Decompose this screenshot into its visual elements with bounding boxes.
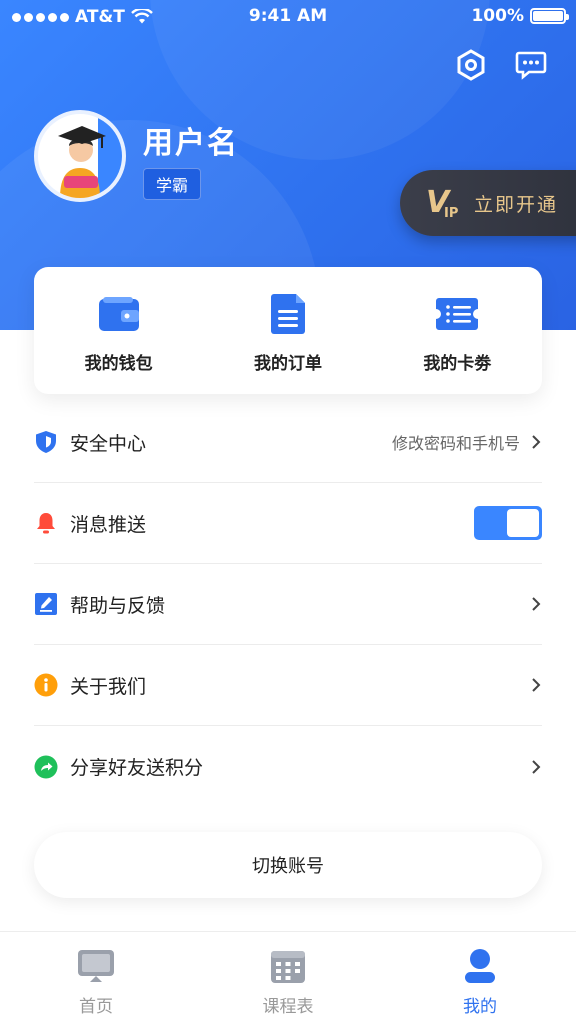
quick-action-wallet[interactable]: 我的钱包 <box>34 267 203 394</box>
order-document-icon <box>266 293 310 335</box>
switch-account-button[interactable]: 切换账号 <box>34 832 542 898</box>
share-arrow-icon <box>34 755 58 779</box>
menu-item-about[interactable]: 关于我们 <box>34 645 542 726</box>
info-icon <box>34 673 58 697</box>
tab-label: 首页 <box>79 997 113 1017</box>
tab-home[interactable]: 首页 <box>0 932 192 1024</box>
wallet-icon <box>97 293 141 335</box>
menu-item-help[interactable]: 帮助与反馈 <box>34 564 542 645</box>
settings-menu: 安全中心 修改密码和手机号 消息推送 帮助与反馈 关于我们 分享好友送积分 <box>34 402 542 807</box>
tab-label: 我的 <box>463 997 497 1017</box>
quick-actions-card: 我的钱包 我的订单 我的卡劵 <box>34 267 542 394</box>
quick-action-label: 我的卡劵 <box>423 354 492 374</box>
battery-status: 100% <box>471 6 569 26</box>
bell-icon <box>34 511 58 535</box>
chevron-right-icon <box>532 435 541 449</box>
quick-action-label: 我的钱包 <box>84 354 153 374</box>
tab-schedule[interactable]: 课程表 <box>192 932 384 1024</box>
quick-action-coupons[interactable]: 我的卡劵 <box>373 267 542 394</box>
message-chat-icon[interactable] <box>514 48 548 82</box>
user-title-badge: 学霸 <box>143 168 202 200</box>
header-actions <box>454 48 548 82</box>
tab-mine[interactable]: 我的 <box>384 932 576 1024</box>
user-icon <box>460 948 500 984</box>
username: 用户名 <box>143 126 239 161</box>
menu-item-security[interactable]: 安全中心 修改密码和手机号 <box>34 402 542 483</box>
quick-action-label: 我的订单 <box>253 354 322 374</box>
menu-item-title: 关于我们 <box>70 675 147 698</box>
battery-icon <box>530 8 569 24</box>
chevron-right-icon <box>532 759 541 774</box>
chevron-right-icon <box>532 678 541 692</box>
menu-item-title: 安全中心 <box>70 432 147 455</box>
chevron-right-icon <box>532 597 541 611</box>
notifications-toggle[interactable] <box>474 506 542 540</box>
settings-hexagon-icon[interactable] <box>454 48 488 82</box>
vip-activate-label: 立即开通 <box>474 193 559 216</box>
vip-activate-button[interactable]: V IP 立即开通 <box>400 170 576 236</box>
menu-item-notifications[interactable]: 消息推送 <box>34 483 542 564</box>
menu-item-title: 消息推送 <box>70 513 147 536</box>
menu-item-subtitle: 修改密码和手机号 <box>391 434 520 453</box>
coupon-card-icon <box>435 293 479 335</box>
shield-icon <box>34 430 58 454</box>
bottom-tab-bar: 首页 课程表 我的 <box>0 931 576 1024</box>
monitor-icon <box>76 948 116 984</box>
tab-label: 课程表 <box>262 997 314 1017</box>
status-bar: AT&T 9:41 AM 100% <box>0 0 576 34</box>
avatar[interactable] <box>34 110 126 202</box>
vip-logo-icon: V IP <box>426 185 459 221</box>
menu-item-title: 分享好友送积分 <box>70 757 204 779</box>
quick-action-orders[interactable]: 我的订单 <box>203 267 372 394</box>
edit-pencil-icon <box>34 592 58 616</box>
calendar-grid-icon <box>268 948 308 984</box>
battery-percent: 100% <box>471 6 524 26</box>
menu-item-title: 帮助与反馈 <box>70 594 166 617</box>
menu-item-share[interactable]: 分享好友送积分 <box>34 726 542 807</box>
